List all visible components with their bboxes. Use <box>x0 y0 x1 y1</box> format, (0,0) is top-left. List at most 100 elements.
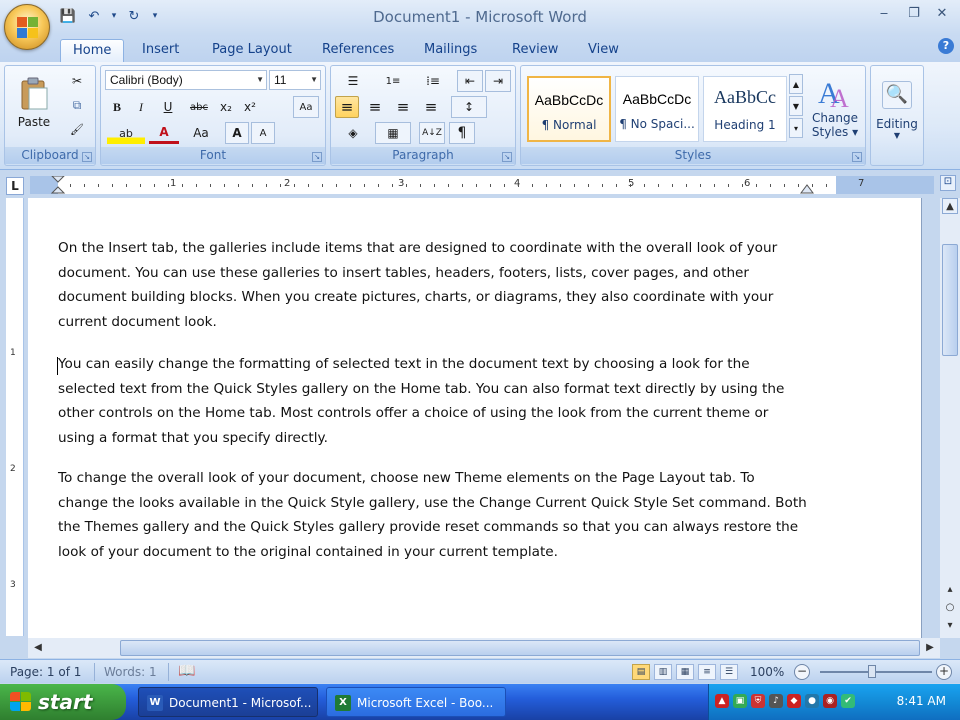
align-left-button[interactable]: ≡ <box>335 96 359 118</box>
scroll-right-icon[interactable]: ▶ <box>922 640 938 656</box>
bullets-button[interactable]: ☰ <box>335 70 371 92</box>
scroll-up-icon[interactable]: ▲ <box>942 198 958 214</box>
bold-button[interactable]: B <box>107 96 127 118</box>
decrease-indent-button[interactable]: ⇤ <box>457 70 483 92</box>
tray-app-icon[interactable]: ● <box>805 694 819 708</box>
print-layout-view-icon[interactable]: ▤ <box>632 664 650 680</box>
shading-button[interactable]: ◈ <box>335 122 371 144</box>
tab-insert[interactable]: Insert <box>130 39 191 62</box>
draft-view-icon[interactable]: ☰ <box>720 664 738 680</box>
proofing-icon[interactable]: 📖 <box>178 663 195 679</box>
start-button[interactable]: start <box>0 684 126 720</box>
line-spacing-button[interactable]: ↕ <box>451 96 487 118</box>
change-case-button[interactable]: Aa <box>183 122 219 144</box>
style-no-spacing[interactable]: AaBbCcDc ¶ No Spaci... <box>615 76 699 142</box>
zoom-slider-thumb[interactable] <box>868 665 876 678</box>
document-paragraph[interactable]: You can easily change the formatting of … <box>58 352 808 450</box>
tray-app-icon[interactable]: ◆ <box>787 694 801 708</box>
superscript-button[interactable]: x² <box>239 96 261 118</box>
vertical-scroll-thumb[interactable] <box>942 244 958 356</box>
styles-more-icon[interactable]: ▾ <box>789 118 803 138</box>
full-screen-reading-view-icon[interactable]: ▥ <box>654 664 672 680</box>
styles-scroll-up-icon[interactable]: ▲ <box>789 74 803 94</box>
antivirus-icon[interactable]: ◉ <box>823 694 837 708</box>
zoom-out-button[interactable]: − <box>794 664 810 680</box>
copy-icon[interactable]: ⧉ <box>65 94 89 116</box>
web-layout-view-icon[interactable]: ▦ <box>676 664 694 680</box>
horizontal-scroll-thumb[interactable] <box>120 640 920 656</box>
clipboard-launcher-icon[interactable]: ↘ <box>82 152 92 162</box>
tab-review[interactable]: Review <box>500 39 570 62</box>
grow-font-button[interactable]: A <box>225 122 249 144</box>
tab-view[interactable]: View <box>576 39 631 62</box>
restore-button[interactable]: ❐ <box>902 6 926 24</box>
format-painter-icon[interactable]: 🖌 <box>65 118 89 140</box>
paragraph-launcher-icon[interactable]: ↘ <box>502 152 512 162</box>
multilevel-list-button[interactable]: ⁞≡ <box>415 70 451 92</box>
tab-page-layout[interactable]: Page Layout <box>200 39 304 62</box>
subscript-button[interactable]: x₂ <box>215 96 237 118</box>
vertical-ruler[interactable]: 1 2 3 <box>6 198 24 636</box>
tab-mailings[interactable]: Mailings <box>412 39 489 62</box>
horizontal-ruler[interactable]: 1 2 3 4 5 6 7 <box>30 176 934 194</box>
document-paragraph[interactable]: On the Insert tab, the galleries include… <box>58 236 808 334</box>
next-page-icon[interactable]: ▾ <box>942 618 958 634</box>
word-count[interactable]: Words: 1 <box>104 665 157 679</box>
view-ruler-icon[interactable]: ⊡ <box>940 175 956 191</box>
outline-view-icon[interactable]: ≡ <box>698 664 716 680</box>
volume-icon[interactable]: ♪ <box>769 694 783 708</box>
tab-references[interactable]: References <box>310 39 406 62</box>
increase-indent-button[interactable]: ⇥ <box>485 70 511 92</box>
tab-selector-button[interactable]: L <box>6 177 24 195</box>
security-icon[interactable]: ⛨ <box>751 694 765 708</box>
right-indent-marker-icon[interactable] <box>800 180 814 194</box>
editing-button[interactable]: 🔍 Editing ▼ <box>875 70 919 150</box>
align-right-button[interactable]: ≡ <box>391 96 415 118</box>
paste-button[interactable]: Paste <box>9 70 59 136</box>
sort-button[interactable]: A↓Z <box>419 122 445 144</box>
change-styles-button[interactable]: A A Change Styles ▾ <box>807 70 863 144</box>
justify-button[interactable]: ≡ <box>419 96 443 118</box>
zoom-level[interactable]: 100% <box>750 665 784 679</box>
numbering-button[interactable]: 1≡ <box>375 70 411 92</box>
previous-page-icon[interactable]: ▴ <box>942 582 958 598</box>
taskbar-item-word[interactable]: W Document1 - Microsof... <box>138 687 318 717</box>
select-browse-object-icon[interactable]: ○ <box>942 600 958 616</box>
center-button[interactable]: ≡ <box>363 96 387 118</box>
cut-icon[interactable]: ✂ <box>65 70 89 92</box>
horizontal-scrollbar[interactable]: ◀ ▶ <box>28 638 940 658</box>
taskbar-item-excel[interactable]: X Microsoft Excel - Boo... <box>326 687 506 717</box>
strikethrough-button[interactable]: abc <box>185 96 213 118</box>
page-count[interactable]: Page: 1 of 1 <box>10 665 81 679</box>
office-button[interactable] <box>4 4 50 50</box>
tray-app-icon[interactable]: ▲ <box>715 694 729 708</box>
font-size-select[interactable]: 11 ▼ <box>269 70 321 90</box>
tray-app-icon[interactable]: ✔ <box>841 694 855 708</box>
zoom-in-button[interactable]: + <box>936 664 952 680</box>
font-name-select[interactable]: Calibri (Body) ▼ <box>105 70 267 90</box>
borders-button[interactable]: ▦ <box>375 122 411 144</box>
highlight-button[interactable]: ab <box>107 122 145 144</box>
font-color-button[interactable]: A <box>149 122 179 144</box>
close-button[interactable]: ✕ <box>930 6 954 24</box>
indent-marker-icon[interactable] <box>50 176 66 194</box>
style-normal[interactable]: AaBbCcDc ¶ Normal <box>527 76 611 142</box>
font-launcher-icon[interactable]: ↘ <box>312 152 322 162</box>
scroll-left-icon[interactable]: ◀ <box>30 640 46 656</box>
style-heading-1[interactable]: AaBbCc Heading 1 <box>703 76 787 142</box>
clear-formatting-button[interactable]: Aa <box>293 96 319 118</box>
document-page[interactable]: On the Insert tab, the galleries include… <box>28 198 922 638</box>
minimize-button[interactable]: ‒ <box>872 6 896 24</box>
network-icon[interactable]: ▣ <box>733 694 747 708</box>
underline-button[interactable]: U <box>155 96 181 118</box>
document-paragraph[interactable]: To change the overall look of your docum… <box>58 466 808 564</box>
zoom-slider-track[interactable] <box>820 671 932 673</box>
styles-scroll-down-icon[interactable]: ▼ <box>789 96 803 116</box>
vertical-scrollbar[interactable]: ▲ ▴ ○ ▾ <box>940 198 960 638</box>
tab-home[interactable]: Home <box>60 39 125 62</box>
shrink-font-button[interactable]: A <box>251 122 275 144</box>
styles-launcher-icon[interactable]: ↘ <box>852 152 862 162</box>
italic-button[interactable]: I <box>131 96 151 118</box>
show-formatting-button[interactable]: ¶ <box>449 122 475 144</box>
help-icon[interactable]: ? <box>938 38 954 54</box>
